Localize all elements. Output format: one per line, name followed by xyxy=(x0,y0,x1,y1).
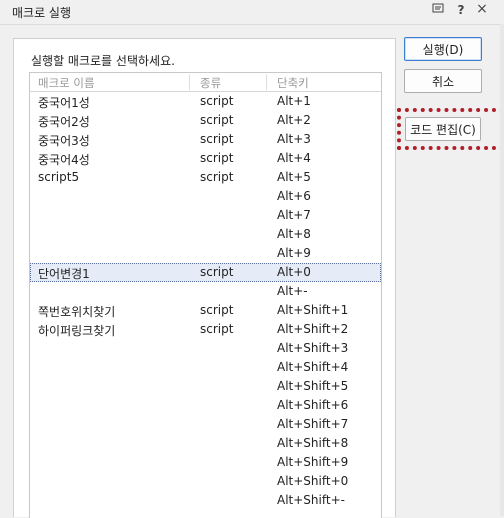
shortcut-cell: Alt+8 xyxy=(277,227,311,241)
table-row[interactable]: Alt+Shift+9 xyxy=(30,453,381,472)
shortcut-cell: Alt+Shift+1 xyxy=(277,303,349,317)
macro-type-cell: script xyxy=(200,113,234,127)
column-divider[interactable] xyxy=(189,74,190,90)
macro-name-cell: 중국어1성 xyxy=(38,96,90,110)
shortcut-cell: Alt+Shift+- xyxy=(277,493,345,507)
macro-name-cell: script5 xyxy=(38,170,80,184)
table-row[interactable]: 쪽번호위치찾기 script Alt+Shift+1 xyxy=(30,301,381,320)
shortcut-cell: Alt+- xyxy=(277,284,308,298)
table-row[interactable]: Alt+Shift+8 xyxy=(30,434,381,453)
table-row[interactable]: Alt+- xyxy=(30,282,381,301)
macro-type-cell: script xyxy=(200,94,234,108)
cancel-button[interactable]: 취소 xyxy=(404,69,482,93)
list-header: 매크로 이름 종류 단축키 xyxy=(30,73,381,92)
run-button[interactable]: 실행(D) xyxy=(404,37,482,61)
table-row[interactable]: Alt+9 xyxy=(30,244,381,263)
macro-list[interactable]: 매크로 이름 종류 단축키 중국어1성 script Alt+1 중국어2성 scrip… xyxy=(29,72,382,518)
table-row[interactable]: Alt+Shift+0 xyxy=(30,472,381,491)
shortcut-cell: Alt+Shift+7 xyxy=(277,417,349,431)
table-row[interactable]: Alt+Shift+3 xyxy=(30,339,381,358)
table-row[interactable]: script5 script Alt+5 xyxy=(30,168,381,187)
shortcut-cell: Alt+1 xyxy=(277,94,311,108)
table-row[interactable]: Alt+7 xyxy=(30,206,381,225)
table-row[interactable]: 중국어1성 script Alt+1 xyxy=(30,92,381,111)
window-title: 매크로 실행 xyxy=(12,6,72,20)
shortcut-cell: Alt+Shift+2 xyxy=(277,322,349,336)
shortcut-cell: Alt+Shift+0 xyxy=(277,474,349,488)
table-row[interactable]: Alt+Shift+4 xyxy=(30,358,381,377)
macro-name-cell: 중국어2성 xyxy=(38,115,90,129)
table-row[interactable]: Alt+8 xyxy=(30,225,381,244)
table-row[interactable]: 중국어3성 script Alt+3 xyxy=(30,130,381,149)
table-row[interactable]: 하이퍼링크찾기 script Alt+Shift+2 xyxy=(30,320,381,339)
help-icon[interactable]: ? xyxy=(453,3,469,17)
table-row[interactable]: Alt+Shift+7 xyxy=(30,415,381,434)
table-row[interactable]: 중국어2성 script Alt+2 xyxy=(30,111,381,130)
column-header-shortcut[interactable]: 단축키 xyxy=(277,75,309,91)
column-divider[interactable] xyxy=(266,74,267,90)
shortcut-cell: Alt+4 xyxy=(277,151,311,165)
comment-icon[interactable] xyxy=(430,3,446,18)
shortcut-cell: Alt+0 xyxy=(277,265,311,279)
table-row[interactable]: Alt+Shift+5 xyxy=(30,377,381,396)
table-row[interactable]: Alt+6 xyxy=(30,187,381,206)
shortcut-cell: Alt+3 xyxy=(277,132,311,146)
table-row[interactable]: Alt+Shift+- xyxy=(30,491,381,510)
shortcut-cell: Alt+Shift+8 xyxy=(277,436,349,450)
shortcut-cell: Alt+Shift+3 xyxy=(277,341,349,355)
column-header-name[interactable]: 매크로 이름 xyxy=(38,75,95,91)
shortcut-cell: Alt+Shift+6 xyxy=(277,398,349,412)
macro-panel: 실행할 매크로를 선택하세요. 매크로 이름 종류 단축키 중국어1성 scrip… xyxy=(13,38,396,518)
column-header-type[interactable]: 종류 xyxy=(200,75,221,91)
shortcut-cell: Alt+6 xyxy=(277,189,311,203)
shortcut-cell: Alt+Shift+5 xyxy=(277,379,349,393)
macro-type-cell: script xyxy=(200,132,234,146)
shortcut-cell: Alt+5 xyxy=(277,170,311,184)
table-row[interactable]: 단어변경1 script Alt+0 xyxy=(30,263,381,282)
table-row[interactable]: 중국어4성 script Alt+4 xyxy=(30,149,381,168)
macro-type-cell: script xyxy=(200,151,234,165)
macro-name-cell: 중국어3성 xyxy=(38,134,90,148)
close-icon[interactable]: × xyxy=(474,1,490,17)
macro-name-cell: 단어변경1 xyxy=(38,267,90,281)
shortcut-cell: Alt+Shift+4 xyxy=(277,360,349,374)
shortcut-cell: Alt+9 xyxy=(277,246,311,260)
macro-name-cell: 하이퍼링크찾기 xyxy=(38,324,116,338)
macro-name-cell: 쪽번호위치찾기 xyxy=(38,305,116,319)
edit-code-button[interactable]: 코드 편집(C) xyxy=(405,117,481,141)
shortcut-cell: Alt+2 xyxy=(277,113,311,127)
macro-type-cell: script xyxy=(200,322,234,336)
macro-type-cell: script xyxy=(200,265,234,279)
table-row[interactable]: Alt+Shift+6 xyxy=(30,396,381,415)
shortcut-cell: Alt+Shift+9 xyxy=(277,455,349,469)
scrollbar-track[interactable] xyxy=(500,24,504,516)
macro-type-cell: script xyxy=(200,170,234,184)
macro-name-cell: 중국어4성 xyxy=(38,153,90,167)
prompt-label: 실행할 매크로를 선택하세요. xyxy=(31,54,175,68)
shortcut-cell: Alt+7 xyxy=(277,208,311,222)
macro-type-cell: script xyxy=(200,303,234,317)
title-bar: 매크로 실행 ? × xyxy=(0,0,504,25)
